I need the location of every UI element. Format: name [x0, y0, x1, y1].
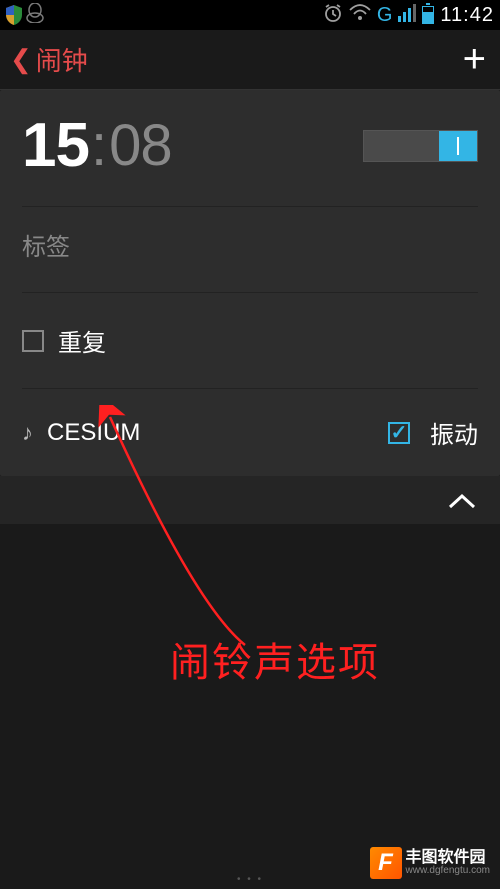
alarm-time-row[interactable]: 15 : 08 [22, 110, 478, 207]
alarm-label-input[interactable]: 标签 [22, 207, 478, 293]
ringtone-row: ♪ CESIUM 振动 [22, 389, 478, 476]
page-title[interactable]: 闹钟 [36, 41, 88, 78]
status-right: G 11:42 [323, 3, 494, 28]
alarm-edit-panel: 15 : 08 标签 重复 ♪ CESIUM 振动 [0, 90, 500, 476]
status-time: 11:42 [440, 4, 494, 27]
app-header: ❮ 闹钟 + [0, 30, 500, 90]
alarm-icon [323, 3, 343, 28]
status-left [6, 3, 44, 28]
repeat-label: 重复 [58, 323, 106, 358]
alarm-minute: 08 [109, 112, 172, 179]
toggle-on-side [439, 131, 477, 161]
toggle-off-side [364, 131, 439, 161]
watermark-name: 丰图软件园 [406, 850, 491, 866]
alarm-toggle-wrap [363, 130, 478, 162]
signal-icon [398, 4, 416, 27]
security-shield-icon [6, 5, 22, 25]
wifi-icon [349, 4, 371, 27]
watermark-url: www.dgfengtu.com [406, 866, 491, 876]
alarm-enabled-toggle[interactable] [363, 130, 478, 162]
time-colon: : [91, 112, 107, 179]
add-alarm-button[interactable]: + [463, 37, 490, 82]
battery-icon [422, 6, 434, 24]
collapse-row[interactable] [0, 476, 500, 524]
watermark: F 丰图软件园 www.dgfengtu.com [370, 847, 491, 879]
status-bar: G 11:42 [0, 0, 500, 30]
vibrate-label: 振动 [430, 415, 478, 450]
drag-indicator-icon: • • • [237, 874, 263, 885]
chevron-up-icon [448, 485, 476, 516]
network-type: G [377, 4, 393, 27]
back-icon[interactable]: ❮ [10, 44, 32, 75]
annotation-text: 闹铃声选项 [170, 630, 380, 688]
ringtone-button[interactable]: CESIUM [47, 419, 374, 447]
watermark-logo: F [370, 847, 402, 879]
alarm-hour: 15 [22, 110, 89, 181]
vibrate-checkbox[interactable] [388, 422, 410, 444]
repeat-checkbox[interactable] [22, 330, 44, 352]
repeat-row[interactable]: 重复 [22, 293, 478, 389]
toggle-handle-icon [457, 137, 460, 155]
qq-icon [26, 3, 44, 28]
music-note-icon: ♪ [22, 420, 33, 446]
watermark-text: 丰图软件园 www.dgfengtu.com [406, 850, 491, 876]
